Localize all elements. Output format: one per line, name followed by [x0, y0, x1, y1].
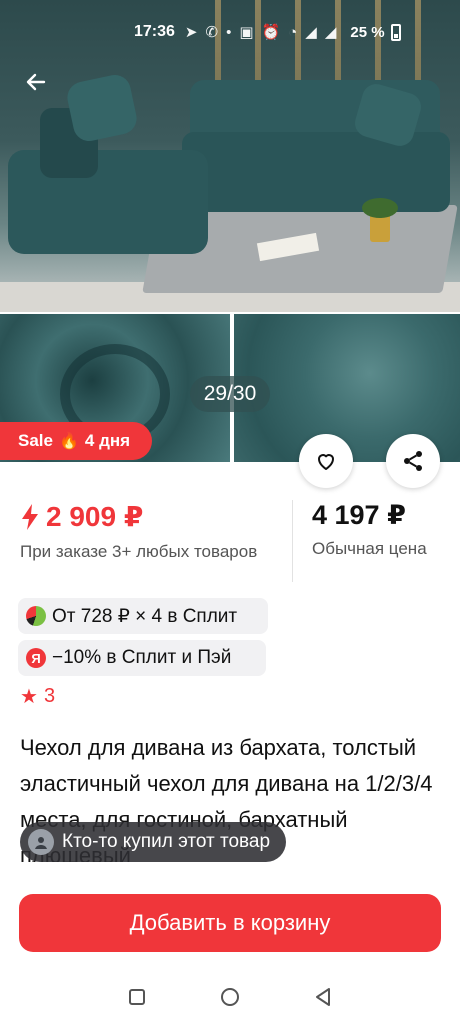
share-icon — [404, 451, 422, 471]
split-icon — [26, 606, 46, 626]
sale-badge: Sale 🔥 4 дня — [0, 422, 153, 460]
status-bar: 17:36 ➤ ✆ • ▣ ⏰ ◔ ◢ ◢ 25 % — [0, 0, 460, 64]
wifi-icon: ◔ — [288, 23, 298, 41]
rating-value: 3 — [43, 685, 56, 707]
triangle-back-icon — [316, 988, 331, 1006]
regular-price-note: Обычная цена — [312, 539, 427, 558]
nfc-icon: ▣ — [239, 24, 254, 41]
sale-label: Sale — [18, 431, 53, 450]
battery-icon — [390, 23, 401, 41]
current-price: 2 909 ₽ — [46, 501, 144, 532]
user-icon — [35, 837, 47, 849]
telegram-icon: ➤ — [184, 24, 198, 41]
arrow-left-icon — [26, 73, 46, 91]
sale-days: 4 дня — [84, 431, 131, 450]
home-button[interactable] — [210, 977, 250, 1017]
split-pay-discount-chip[interactable]: Я −10% в Сплит и Пэй — [18, 640, 266, 676]
toast-text: Кто-то купил этот товар — [62, 831, 271, 852]
system-back-button[interactable] — [303, 977, 343, 1017]
gallery-counter: 29/30 — [190, 376, 270, 412]
current-price-block: 2 909 ₽ При заказе 3+ любых товаров — [20, 500, 290, 563]
heart-icon — [318, 454, 334, 470]
status-time: 17:36 — [134, 23, 175, 40]
regular-price-block: 4 197 ₽ Обычная цена — [312, 500, 452, 559]
circle-icon — [220, 988, 239, 1006]
square-icon — [128, 989, 145, 1005]
divider — [292, 500, 293, 582]
signal-icon: ◢ — [324, 24, 337, 41]
add-to-cart-button[interactable]: Добавить в корзину — [19, 894, 441, 952]
fire-icon: 🔥 — [58, 433, 79, 450]
alarm-icon: ⏰ — [261, 24, 281, 41]
purchase-toast: Кто-то купил этот товар — [20, 822, 287, 862]
system-nav-bar — [0, 970, 460, 1024]
split-installment-chip[interactable]: От 728 ₽ × 4 в Сплит — [18, 598, 268, 634]
avatar — [28, 829, 54, 855]
current-price-note: При заказе 3+ любых товаров — [20, 542, 258, 561]
signal-icon: ◢ — [305, 24, 317, 41]
whatsapp-icon: ✆ — [205, 24, 219, 41]
star-icon: ★ — [20, 686, 38, 708]
yandex-icon: Я — [26, 648, 46, 668]
lightning-icon — [22, 503, 38, 530]
recent-apps-button[interactable] — [117, 977, 157, 1017]
battery-percent: 25 % — [350, 23, 385, 41]
favorite-button[interactable] — [299, 434, 353, 488]
share-button[interactable] — [386, 434, 440, 488]
rating[interactable]: ★ 3 — [20, 684, 55, 709]
regular-price: 4 197 ₽ — [312, 500, 406, 530]
pay-text: −10% в Сплит и Пэй — [52, 647, 232, 668]
split-text: От 728 ₽ × 4 в Сплит — [52, 605, 238, 627]
back-button[interactable] — [18, 64, 54, 100]
dot-icon: • — [226, 23, 232, 41]
